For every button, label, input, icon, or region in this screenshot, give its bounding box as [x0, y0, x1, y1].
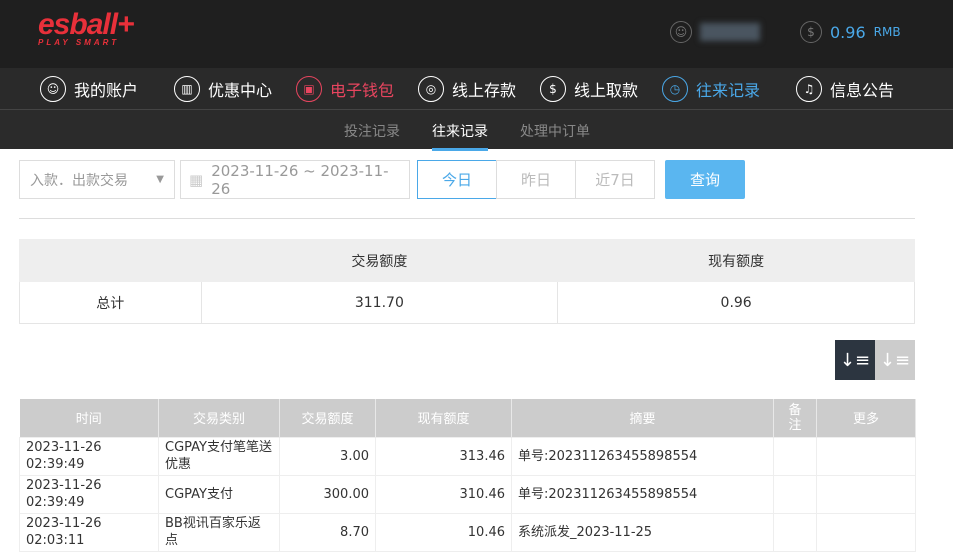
cell-amount: 300.00 — [279, 474, 376, 514]
tab-transaction-records[interactable]: 往来记录 — [432, 121, 488, 151]
table-row: 2023-11-26 02:39:49 CGPAY支付 300.00 310.46 单号… — [19, 474, 916, 514]
column-header: 时间 — [19, 399, 159, 437]
column-header: 交易类别 — [158, 399, 280, 437]
bell-icon: ♫ — [796, 76, 822, 102]
cell-note — [773, 512, 817, 552]
cell-note — [773, 436, 817, 476]
cell-more[interactable] — [816, 474, 916, 514]
nav-label: 信息公告 — [830, 81, 895, 100]
date-range-input[interactable]: ▦ 2023-11-26 ~ 2023-11-26 — [180, 160, 410, 199]
date-range-value: 2023-11-26 ~ 2023-11-26 — [211, 161, 389, 198]
withdraw-icon: $ — [540, 76, 566, 102]
yesterday-button[interactable]: 昨日 — [496, 160, 576, 199]
query-button[interactable]: 查询 — [665, 160, 745, 199]
calendar-icon: ▦ — [189, 170, 204, 189]
cell-summary: 系统派发_2023-11-25 — [511, 512, 774, 552]
balance-value: 0.96 — [830, 22, 866, 42]
cell-summary: 单号:202311263455898554 — [511, 474, 774, 514]
column-header: 交易额度 — [279, 399, 376, 437]
deposit-icon: ◎ — [418, 76, 444, 102]
wallet-icon: ▣ — [296, 76, 322, 102]
nav-label: 优惠中心 — [208, 81, 273, 100]
column-header: 更多 — [816, 399, 916, 437]
sort-desc-button[interactable]: ↓≡ — [835, 340, 875, 380]
main-nav: ☺ 我的账户 ▥ 优惠中心 ▣ 电子钱包 ◎ 线上存款 $ 线上取款 ◷ 往来记录 ♫ 信息公… — [0, 68, 953, 110]
cell-time: 2023-11-26 02:39:49 — [19, 474, 159, 514]
table-row: 2023-11-26 02:39:49 CGPAY支付笔笔送优惠 3.00 313.4… — [19, 436, 916, 476]
cell-type: CGPAY支付笔笔送优惠 — [158, 436, 280, 476]
nav-label: 线上存款 — [452, 81, 517, 100]
select-value: 入款．出款交易 — [30, 172, 128, 189]
sub-nav: 投注记录 往来记录 处理中订单 — [0, 110, 953, 151]
user-icon: ☺ — [40, 76, 66, 102]
caret-down-icon: ▼ — [156, 174, 164, 185]
transaction-type-select[interactable]: 入款．出款交易 ▼ — [19, 160, 175, 199]
cell-time: 2023-11-26 02:03:11 — [19, 512, 159, 552]
nav-label: 电子钱包 — [330, 81, 395, 100]
nav-label: 往来记录 — [696, 81, 761, 100]
summary-balance: 0.96 — [557, 281, 915, 324]
cell-balance: 10.46 — [375, 512, 512, 552]
balance: $0.96 RMB — [800, 21, 901, 43]
cell-more[interactable] — [816, 436, 916, 476]
nav-records[interactable]: ◷ 往来记录 — [662, 76, 760, 102]
cell-amount: 8.70 — [279, 512, 376, 552]
column-header: 现有额度 — [375, 399, 512, 437]
nav-label: 我的账户 — [74, 81, 139, 100]
cell-balance: 313.46 — [375, 436, 512, 476]
cell-more[interactable] — [816, 512, 916, 552]
sort-desc-icon: ↓≡ — [839, 349, 871, 371]
cell-type: BB视讯百家乐返点 — [158, 512, 280, 552]
logo[interactable]: esball+ PLAY SMART — [38, 8, 135, 47]
dollar-icon: $ — [800, 21, 822, 43]
summary-header: 现有额度 — [557, 239, 915, 282]
nav-e-wallet[interactable]: ▣ 电子钱包 — [296, 76, 394, 102]
cell-amount: 3.00 — [279, 436, 376, 476]
nav-my-account[interactable]: ☺ 我的账户 — [40, 76, 138, 102]
header: esball+ PLAY SMART ☺ $0.96 RMB — [0, 0, 953, 68]
last-7-days-button[interactable]: 近7日 — [575, 160, 655, 199]
user-icon: ☺ — [670, 21, 692, 43]
records-icon: ◷ — [662, 76, 688, 102]
table-row: 2023-11-26 02:03:11 BB视讯百家乐返点 8.70 10.46 系统派… — [19, 512, 916, 552]
nav-announcements[interactable]: ♫ 信息公告 — [796, 76, 894, 102]
summary-table: 交易额度 现有额度 总计 311.70 0.96 — [19, 239, 915, 324]
username-blurred — [700, 23, 760, 41]
cell-note — [773, 474, 817, 514]
tab-pending-orders[interactable]: 处理中订单 — [520, 121, 590, 141]
gift-icon: ▥ — [174, 76, 200, 102]
column-header: 备注 — [773, 399, 817, 437]
cell-time: 2023-11-26 02:39:49 — [19, 436, 159, 476]
nav-withdraw[interactable]: $ 线上取款 — [540, 76, 638, 102]
divider — [19, 218, 915, 219]
tab-bet-records[interactable]: 投注记录 — [344, 121, 400, 141]
nav-label: 线上取款 — [574, 81, 639, 100]
cell-summary: 单号:202311263455898554 — [511, 436, 774, 476]
summary-amount: 311.70 — [200, 281, 559, 324]
nav-promotions[interactable]: ▥ 优惠中心 — [174, 76, 272, 102]
logo-text: esball+ — [38, 8, 135, 41]
cell-balance: 310.46 — [375, 474, 512, 514]
nav-deposit[interactable]: ◎ 线上存款 — [418, 76, 516, 102]
records-table: 时间 交易类别 交易额度 现有额度 摘要 备注 更多 2023-11-26 02… — [19, 399, 916, 552]
user-info[interactable]: ☺ — [670, 21, 760, 43]
sort-asc-button[interactable]: ↓≡ — [875, 340, 915, 380]
today-button[interactable]: 今日 — [417, 160, 497, 199]
column-header: 摘要 — [511, 399, 774, 437]
currency: RMB — [873, 25, 901, 39]
sort-asc-icon: ↓≡ — [879, 349, 911, 371]
summary-label: 总计 — [19, 281, 202, 324]
cell-type: CGPAY支付 — [158, 474, 280, 514]
summary-header — [19, 239, 202, 282]
summary-header: 交易额度 — [200, 239, 559, 282]
